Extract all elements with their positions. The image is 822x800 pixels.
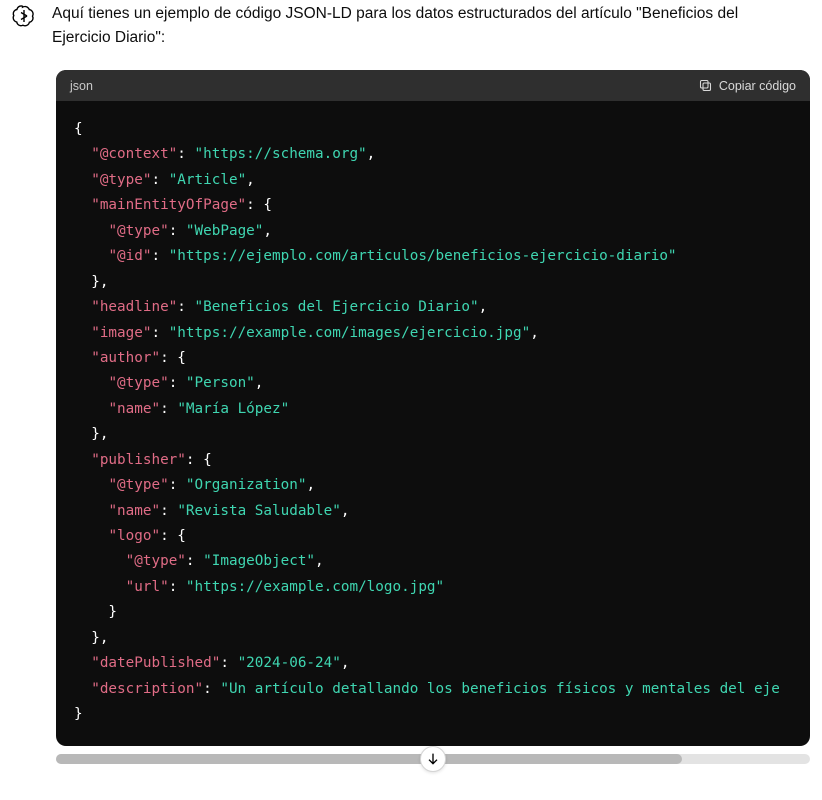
code-body: { "@context": "https://schema.org", "@ty… xyxy=(56,101,810,746)
code-language-label: json xyxy=(70,79,93,93)
copy-code-label: Copiar código xyxy=(719,79,796,93)
arrow-down-icon xyxy=(425,751,441,767)
copy-code-button[interactable]: Copiar código xyxy=(698,78,796,93)
assistant-logo-icon xyxy=(12,4,36,28)
scroll-to-bottom-button[interactable] xyxy=(420,746,446,772)
assistant-avatar xyxy=(12,4,36,28)
code-block: json Copiar código { "@context": "https:… xyxy=(56,70,810,746)
code-body-scroll[interactable]: { "@context": "https://schema.org", "@ty… xyxy=(56,101,810,746)
copy-icon xyxy=(698,78,713,93)
code-block-header: json Copiar código xyxy=(56,70,810,101)
assistant-message-text: Aquí tienes un ejemplo de código JSON-LD… xyxy=(52,2,792,50)
horizontal-scroll-thumb[interactable] xyxy=(56,754,682,764)
